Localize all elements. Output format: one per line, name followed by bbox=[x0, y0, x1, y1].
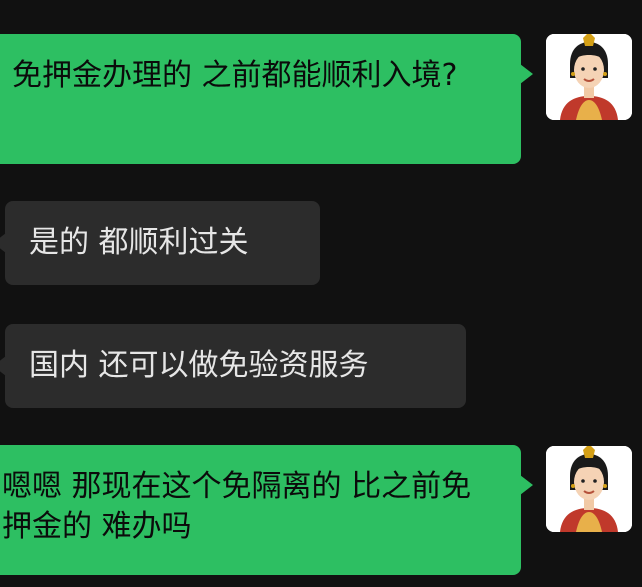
avatar[interactable] bbox=[546, 34, 632, 120]
message-bubble-sent[interactable]: 免押金办理的 之前都能顺利入境? bbox=[0, 34, 533, 164]
chat-conversation: 免押金办理的 之前都能顺利入境? 是的 都顺利过关 国内 还可以做免验资服务 嗯… bbox=[0, 0, 642, 587]
bubble-tail bbox=[0, 233, 6, 253]
message-text: 国内 还可以做免验资服务 bbox=[29, 348, 369, 383]
avatar[interactable] bbox=[546, 446, 632, 532]
message-text: 嗯嗯 那现在这个免隔离的 比之前免押金的 难办吗 bbox=[2, 469, 472, 544]
message-text: 是的 都顺利过关 bbox=[29, 225, 249, 260]
user-avatar-icon bbox=[546, 446, 632, 532]
bubble-tail bbox=[0, 356, 6, 376]
message-text: 免押金办理的 之前都能顺利入境? bbox=[12, 58, 458, 93]
message-bubble-sent[interactable]: 嗯嗯 那现在这个免隔离的 比之前免押金的 难办吗 bbox=[0, 445, 533, 575]
bubble-tail bbox=[520, 64, 533, 84]
bubble-tail bbox=[520, 475, 533, 495]
message-bubble-received[interactable]: 是的 都顺利过关 bbox=[0, 201, 320, 285]
message-bubble-received[interactable]: 国内 还可以做免验资服务 bbox=[0, 324, 466, 408]
user-avatar-icon bbox=[546, 34, 632, 120]
